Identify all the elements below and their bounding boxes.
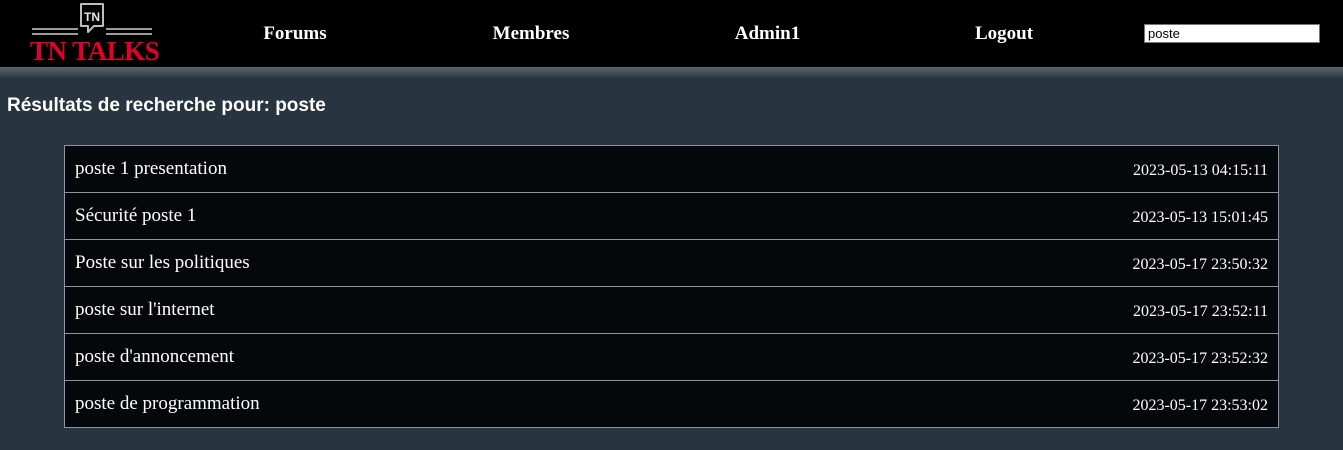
result-item[interactable]: poste sur l'internet 2023-05-17 23:52:11 [64, 286, 1279, 334]
result-date: 2023-05-13 15:01:45 [1132, 209, 1268, 226]
nav-link-user-profile[interactable]: Admin1 [720, 22, 815, 46]
result-title[interactable]: poste d'annoncement [75, 346, 234, 368]
result-title[interactable]: poste 1 presentation [75, 158, 227, 180]
result-title[interactable]: Sécurité poste 1 [75, 205, 196, 227]
result-date: 2023-05-17 23:52:32 [1132, 350, 1268, 367]
nav-link-logout[interactable]: Logout [958, 22, 1050, 46]
result-title[interactable]: Poste sur les politiques [75, 252, 250, 274]
result-date: 2023-05-17 23:52:11 [1133, 303, 1268, 320]
site-logo[interactable]: TN TN TALKS [30, 3, 160, 66]
header-shadow [0, 67, 1343, 79]
header-bar: TN TN TALKS Forums Membres Admin1 Logout [0, 0, 1343, 67]
result-item[interactable]: Poste sur les politiques 2023-05-17 23:5… [64, 239, 1279, 287]
speech-bubble-icon: TN [32, 3, 152, 35]
result-date: 2023-05-17 23:53:02 [1132, 397, 1268, 414]
page-title: Résultats de recherche pour: poste [7, 95, 326, 116]
nav-link-forums[interactable]: Forums [250, 22, 340, 46]
search-results-list: poste 1 presentation 2023-05-13 04:15:11… [64, 145, 1279, 428]
logo-badge-text: TN [84, 10, 100, 24]
result-date: 2023-05-17 23:50:32 [1132, 256, 1268, 273]
result-title[interactable]: poste sur l'internet [75, 299, 215, 321]
result-item[interactable]: poste d'annoncement 2023-05-17 23:52:32 [64, 333, 1279, 381]
search-input[interactable] [1144, 24, 1320, 43]
result-date: 2023-05-13 04:15:11 [1133, 162, 1268, 179]
nav-link-membres[interactable]: Membres [481, 22, 581, 46]
result-title[interactable]: poste de programmation [75, 393, 260, 415]
result-item[interactable]: poste de programmation 2023-05-17 23:53:… [64, 380, 1279, 428]
result-item[interactable]: Sécurité poste 1 2023-05-13 15:01:45 [64, 192, 1279, 240]
result-item[interactable]: poste 1 presentation 2023-05-13 04:15:11 [64, 145, 1279, 193]
logo-wordmark: TN TALKS [30, 36, 160, 66]
